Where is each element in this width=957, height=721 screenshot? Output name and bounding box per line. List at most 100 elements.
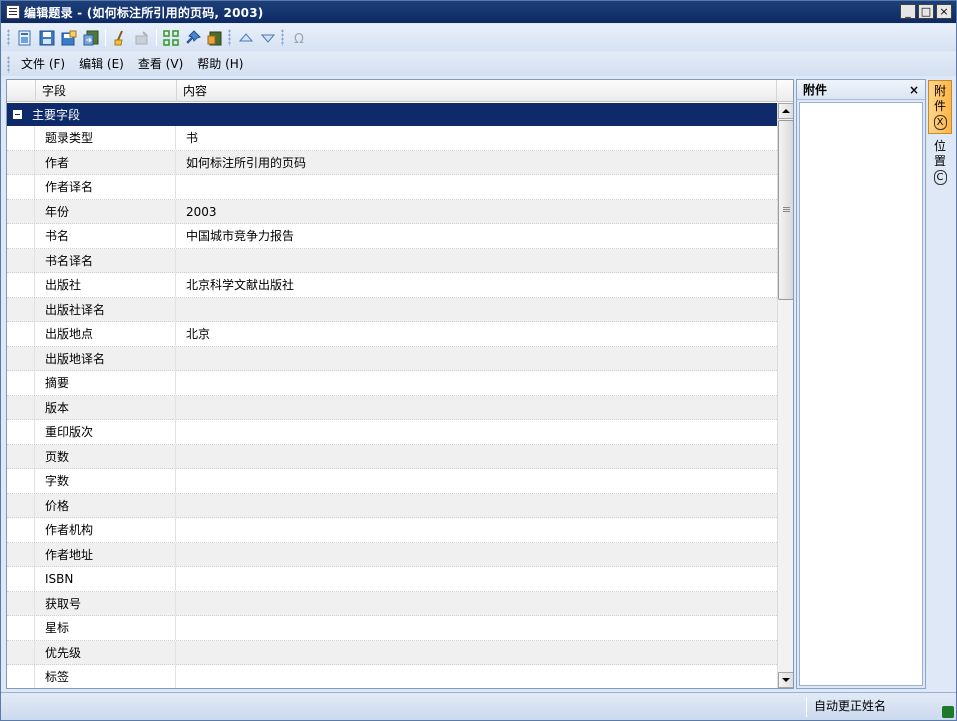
move-up-icon[interactable]	[237, 29, 255, 47]
table-row[interactable]: 书名译名	[7, 248, 777, 273]
table-row[interactable]: 摘要	[7, 371, 777, 396]
export-icon[interactable]	[82, 29, 100, 47]
table-row[interactable]: 作者 如何标注所引用的页码	[7, 150, 777, 175]
menubar-grip[interactable]	[7, 55, 10, 73]
tab-attachments-label: 件	[933, 99, 946, 113]
table-row[interactable]: 版本	[7, 395, 777, 420]
table-row[interactable]: 出版社译名	[7, 297, 777, 322]
field-value-cell[interactable]	[177, 567, 777, 591]
field-value-cell[interactable]	[177, 469, 777, 493]
field-rows: 题录类型书作者 如何标注所引用的页码 作者译名 年份 2003 书名 中国城市竞争力报告 书名…	[7, 126, 777, 688]
field-value-cell[interactable]	[177, 592, 777, 616]
field-value-cell[interactable]: 2003	[177, 200, 777, 224]
toolbar-grip[interactable]	[7, 29, 10, 46]
table-row[interactable]: 年份 2003	[7, 199, 777, 224]
attachments-list[interactable]	[799, 102, 923, 686]
table-row[interactable]: 出版地点 北京	[7, 322, 777, 347]
field-name-cell: 出版社译名	[36, 297, 176, 321]
table-row[interactable]: ISBN	[7, 567, 777, 592]
field-name-cell: 摘要	[36, 371, 176, 395]
table-row[interactable]: 书名 中国城市竞争力报告	[7, 224, 777, 249]
row-gutter	[7, 665, 35, 688]
table-row[interactable]: 字数	[7, 469, 777, 494]
field-name-cell: 重印版次	[36, 420, 176, 444]
table-row[interactable]: 作者译名	[7, 175, 777, 200]
grid-icon[interactable]	[162, 29, 180, 47]
menu-help[interactable]: 帮助 (H)	[190, 54, 250, 74]
field-value-cell[interactable]: 北京科学文献出版社	[177, 273, 777, 297]
close-button[interactable]: ×	[936, 4, 952, 19]
field-value-cell[interactable]	[177, 616, 777, 640]
header-field[interactable]: 字段	[36, 80, 177, 102]
field-value-cell[interactable]	[177, 298, 777, 322]
resize-grip-icon[interactable]	[942, 706, 954, 718]
menu-file[interactable]: 文件 (F)	[14, 54, 72, 74]
save-icon[interactable]	[38, 29, 56, 47]
table-row[interactable]: 页数	[7, 444, 777, 469]
field-value-cell[interactable]	[177, 175, 777, 199]
row-gutter	[7, 518, 35, 542]
maximize-button[interactable]: □	[918, 4, 934, 19]
tab-location[interactable]: 位 置 C	[928, 135, 952, 189]
table-row[interactable]: 作者机构	[7, 518, 777, 543]
field-value-cell[interactable]	[177, 396, 777, 420]
field-value-cell[interactable]	[177, 445, 777, 469]
scroll-up-button[interactable]	[778, 103, 793, 119]
field-name-cell: 题录类型	[36, 126, 176, 150]
new-record-icon[interactable]	[16, 29, 34, 47]
field-name-cell: 出版地译名	[36, 346, 176, 370]
table-row[interactable]: 重印版次	[7, 420, 777, 445]
field-value-cell[interactable]	[177, 371, 777, 395]
table-row[interactable]: 星标	[7, 616, 777, 641]
field-value-cell[interactable]	[177, 543, 777, 567]
field-value-cell[interactable]	[177, 494, 777, 518]
field-value-cell[interactable]: 书	[177, 126, 777, 150]
field-value-cell[interactable]	[177, 420, 777, 444]
tab-attachments[interactable]: 附 件 X	[928, 80, 952, 134]
attach-book-icon[interactable]	[206, 29, 224, 47]
toolbar-separator	[156, 29, 157, 46]
window-title: 编辑题录 - (如何标注所引用的页码, 2003)	[24, 5, 264, 20]
attachments-panel: 附件 ×	[796, 79, 926, 689]
table-row[interactable]: 出版地译名	[7, 346, 777, 371]
group-row-main-fields[interactable]: 主要字段	[7, 103, 777, 126]
table-row[interactable]: 作者地址	[7, 542, 777, 567]
clear-icon[interactable]	[111, 29, 129, 47]
disabled-tool-icon	[133, 29, 151, 47]
field-value-cell[interactable]	[177, 249, 777, 273]
collapse-icon[interactable]	[13, 110, 22, 119]
field-value-cell[interactable]	[177, 518, 777, 542]
table-row[interactable]: 优先级	[7, 640, 777, 665]
scroll-down-button[interactable]	[778, 672, 793, 688]
field-value-cell[interactable]	[177, 641, 777, 665]
attachments-close-button[interactable]: ×	[909, 83, 919, 97]
menu-view[interactable]: 查看 (V)	[131, 54, 190, 74]
pin-icon[interactable]	[184, 29, 202, 47]
row-gutter	[7, 616, 35, 640]
field-value-cell[interactable]	[177, 665, 777, 688]
header-value[interactable]: 内容	[177, 80, 777, 102]
field-value-cell[interactable]: 如何标注所引用的页码	[177, 151, 777, 175]
field-value-cell[interactable]: 中国城市竞争力报告	[177, 224, 777, 248]
scroll-thumb[interactable]	[778, 120, 793, 300]
group-label: 主要字段	[32, 108, 81, 122]
field-value-cell[interactable]	[177, 347, 777, 371]
table-row[interactable]: 获取号	[7, 591, 777, 616]
save-as-icon[interactable]	[60, 29, 78, 47]
table-row[interactable]: 题录类型书	[7, 126, 777, 151]
minimize-button[interactable]: _	[900, 4, 916, 19]
field-name-cell: 年份	[36, 199, 176, 223]
table-row[interactable]: 出版社 北京科学文献出版社	[7, 273, 777, 298]
window-controls: _ □ ×	[900, 4, 952, 19]
table-row[interactable]: 价格	[7, 493, 777, 518]
menu-bar: 文件 (F) 编辑 (E) 查看 (V) 帮助 (H)	[1, 52, 956, 76]
vertical-scrollbar[interactable]	[777, 103, 793, 688]
field-value-cell[interactable]: 北京	[177, 322, 777, 346]
field-name-cell: 作者译名	[36, 175, 176, 199]
menu-edit[interactable]: 编辑 (E)	[72, 54, 131, 74]
toolbar-grip	[281, 29, 284, 46]
move-down-icon[interactable]	[259, 29, 277, 47]
field-name-cell: 获取号	[36, 591, 176, 615]
table-row[interactable]: 标签	[7, 665, 777, 688]
field-name-cell: 书名译名	[36, 248, 176, 272]
